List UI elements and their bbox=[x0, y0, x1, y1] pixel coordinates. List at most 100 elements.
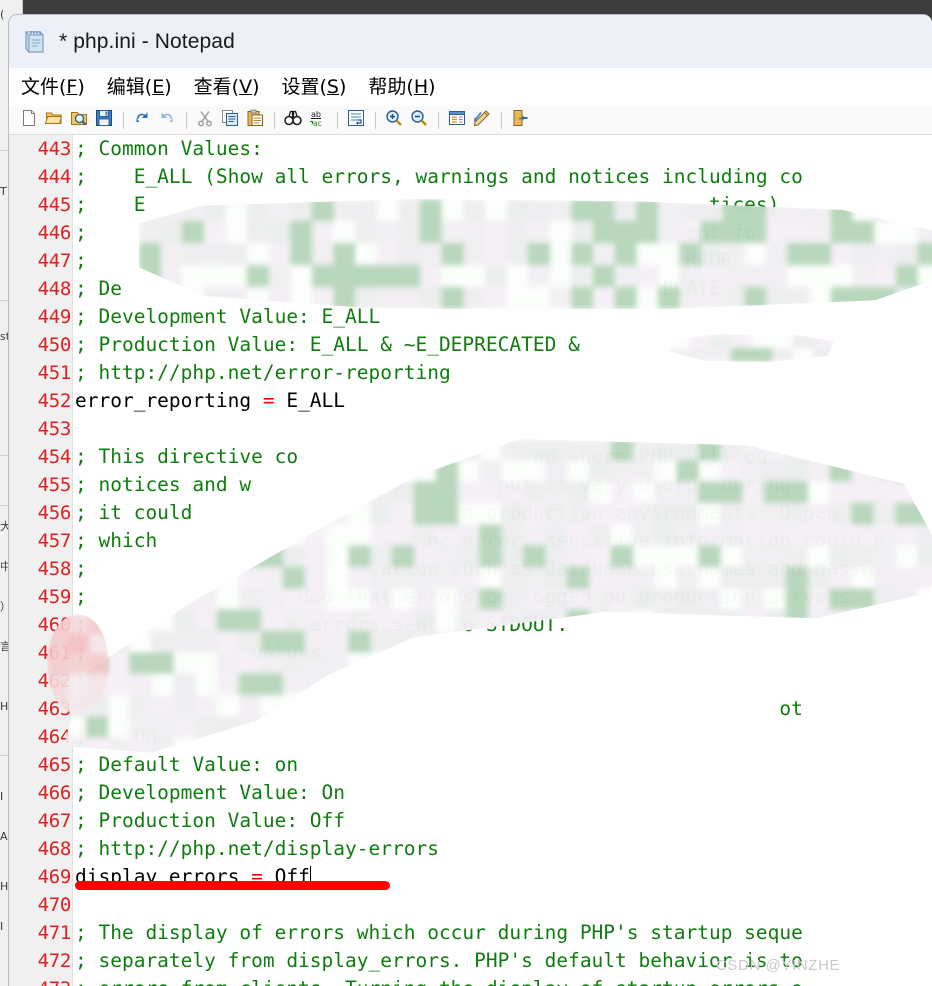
code-token: E_ALL bbox=[286, 389, 345, 412]
toolbar-separator bbox=[186, 112, 187, 129]
line-number: 444 bbox=[9, 163, 71, 191]
toolbar-cut-scissors-button[interactable] bbox=[193, 109, 216, 132]
code-line[interactable]: 454; This directive co nd where PHP will… bbox=[9, 443, 932, 471]
toolbar-save-button[interactable] bbox=[92, 109, 115, 132]
paste-icon bbox=[246, 109, 264, 132]
code-line[interactable]: 443; Common Values: bbox=[9, 135, 932, 163]
toolbar: ab ac bbox=[9, 106, 932, 135]
menu-item-help[interactable]: 帮助(H) bbox=[368, 78, 435, 97]
code-line[interactable]: 459; ded that errors be logged on produc… bbox=[9, 583, 932, 611]
redo-icon bbox=[158, 109, 176, 132]
line-number: 454 bbox=[9, 443, 71, 471]
code-line[interactable]: 458; ation such as database usernames an… bbox=[9, 555, 932, 583]
line-number: 472 bbox=[9, 947, 71, 975]
toolbar-indent-guide-button[interactable] bbox=[470, 109, 493, 132]
code-token: error_reporting bbox=[75, 389, 263, 412]
code-token: ; e errors sent to STDOUT. bbox=[75, 613, 568, 636]
code-line[interactable]: 466; Development Value: On bbox=[9, 779, 932, 807]
toolbar-zoom-in-button[interactable] bbox=[382, 109, 405, 132]
code-line[interactable]: 444; E_ALL (Show all errors, warnings an… bbox=[9, 163, 932, 191]
code-line[interactable]: 470 bbox=[9, 891, 932, 919]
line-text: ; On bbox=[75, 723, 157, 751]
code-token: = bbox=[263, 389, 286, 412]
menu-item-edit[interactable]: 编辑(E) bbox=[107, 78, 172, 97]
line-number: 457 bbox=[9, 527, 71, 555]
line-number: 449 bbox=[9, 303, 71, 331]
code-line[interactable]: 448; De ECATE bbox=[9, 275, 932, 303]
toolbar-redo-button[interactable] bbox=[155, 109, 178, 132]
toolbar-all-chars-button[interactable] bbox=[445, 109, 468, 132]
code-area[interactable]: 443; Common Values: 444; E_ALL (Show all … bbox=[9, 135, 932, 986]
code-line[interactable]: 462; bbox=[9, 667, 932, 695]
menu-item-accelerator: H bbox=[414, 76, 428, 98]
toolbar-undo-button[interactable] bbox=[130, 109, 153, 132]
line-number: 446 bbox=[9, 219, 71, 247]
toolbar-open-folder-button[interactable] bbox=[42, 109, 65, 132]
line-text: ; separately from display_errors. PHP's … bbox=[75, 947, 803, 975]
code-line[interactable]: 453 bbox=[9, 415, 932, 443]
toolbar-separator bbox=[501, 112, 502, 129]
code-line[interactable]: 461; values: bbox=[9, 639, 932, 667]
code-token: ; notices and w put is very useful durin… bbox=[75, 473, 791, 496]
toolbar-zoom-out-button[interactable] bbox=[407, 109, 430, 132]
code-line[interactable]: 473 ; errors from clients. Turning the di… bbox=[9, 975, 932, 986]
toolbar-replace-abc-button[interactable]: ab ac bbox=[306, 109, 329, 132]
toolbar-separator bbox=[123, 112, 124, 129]
toolbar-word-wrap-button[interactable] bbox=[344, 109, 367, 132]
code-line[interactable]: 465; Default Value: on bbox=[9, 751, 932, 779]
menu-item-paren: ) bbox=[339, 76, 346, 98]
code-line[interactable]: 464; On bbox=[9, 723, 932, 751]
code-line[interactable]: 463; ot bbox=[9, 695, 932, 723]
code-token: ; RROR bbox=[75, 249, 732, 272]
code-line[interactable]: 445; E tices) bbox=[9, 191, 932, 219]
toolbar-paste-button[interactable] bbox=[243, 109, 266, 132]
line-number: 450 bbox=[9, 331, 71, 359]
code-token: ; ept fo bbox=[75, 221, 756, 244]
code-line[interactable]: 471; The display of errors which occur d… bbox=[9, 919, 932, 947]
code-line[interactable]: 468; http://php.net/display-errors bbox=[9, 835, 932, 863]
toolbar-copy-button[interactable] bbox=[218, 109, 241, 132]
line-number: 459 bbox=[9, 583, 71, 611]
line-text: ; E tices) bbox=[75, 191, 779, 219]
code-line[interactable]: 457; which he error, sensitive informati… bbox=[9, 527, 932, 555]
code-line[interactable]: 467; Production Value: Off bbox=[9, 807, 932, 835]
code-token: ; it could n production environments. De… bbox=[75, 501, 838, 524]
toolbar-open-containing-folder-button[interactable] bbox=[67, 109, 90, 132]
line-text: ; This directive co nd where PHP will ou bbox=[75, 443, 768, 471]
line-number: 463 bbox=[9, 695, 71, 723]
new-file-icon bbox=[20, 109, 38, 132]
code-token: ; which he error, sensitive information … bbox=[75, 529, 885, 552]
toolbar-find-binoculars-button[interactable] bbox=[281, 109, 304, 132]
cut-scissors-icon bbox=[196, 109, 214, 132]
all-chars-icon bbox=[448, 109, 466, 132]
menu-item-file[interactable]: 文件(F) bbox=[21, 78, 85, 97]
line-number: 473 bbox=[9, 975, 71, 986]
menu-item-label: 编辑( bbox=[107, 76, 152, 98]
code-line[interactable]: 450; Production Value: E_ALL & ~E_DEPREC… bbox=[9, 331, 932, 359]
code-line[interactable]: 460; e errors sent to STDOUT. bbox=[9, 611, 932, 639]
line-number: 464 bbox=[9, 723, 71, 751]
code-line[interactable]: 446; ept fo bbox=[9, 219, 932, 247]
editor-area[interactable]: 443; Common Values: 444; E_ALL (Show all … bbox=[9, 135, 932, 986]
menu-item-view[interactable]: 查看(V) bbox=[194, 78, 260, 97]
title-bar[interactable]: * php.ini - Notepad bbox=[9, 15, 932, 68]
menu-item-settings[interactable]: 设置(S) bbox=[281, 78, 346, 97]
toolbar-exit-door-button[interactable] bbox=[508, 109, 531, 132]
code-line[interactable]: 449; Development Value: E_ALL bbox=[9, 303, 932, 331]
line-text: ; bbox=[75, 667, 87, 695]
svg-text:ac: ac bbox=[313, 119, 322, 127]
line-text: ; http://php.net/error-reporting bbox=[75, 359, 451, 387]
code-line[interactable]: 455; notices and w put is very useful du… bbox=[9, 471, 932, 499]
code-line[interactable]: 451; http://php.net/error-reporting bbox=[9, 359, 932, 387]
code-token: ; This directive co nd where PHP will ou bbox=[75, 445, 768, 468]
code-line[interactable]: 452 error_reporting = E_ALL bbox=[9, 387, 932, 415]
undo-icon bbox=[133, 109, 151, 132]
line-number: 451 bbox=[9, 359, 71, 387]
code-line[interactable]: 456; it could n production environments.… bbox=[9, 499, 932, 527]
code-line[interactable]: 447; RROR bbox=[9, 247, 932, 275]
toolbar-new-file-button[interactable] bbox=[17, 109, 40, 132]
code-token: ; errors from clients. Turning the displ… bbox=[75, 977, 803, 986]
red-underline-annotation bbox=[75, 881, 390, 890]
code-line[interactable]: 472; separately from display_errors. PHP… bbox=[9, 947, 932, 975]
line-text: ; Development Value: E_ALL bbox=[75, 303, 380, 331]
